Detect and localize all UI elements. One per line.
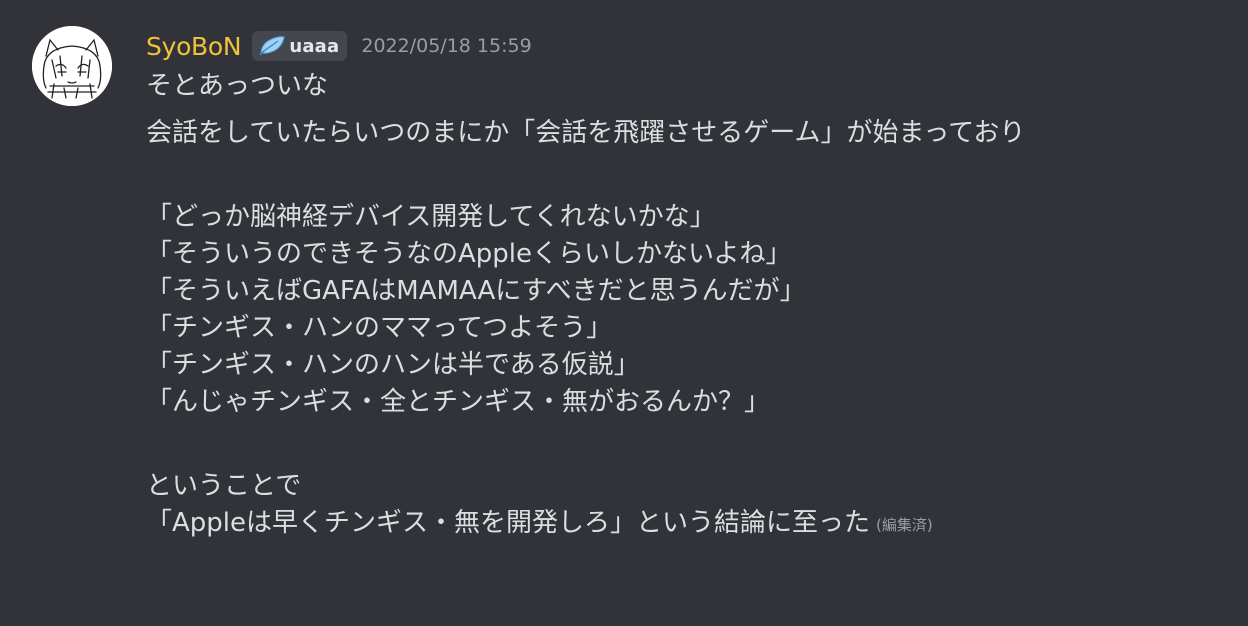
avatar-sketch-icon: [32, 26, 112, 106]
message-line: 「Appleは早くチンギス・無を開発しろ」という結論に至った: [146, 508, 871, 538]
user-avatar[interactable]: [32, 26, 112, 106]
tag-label: uaaa: [289, 35, 340, 57]
username[interactable]: SyoBoN: [146, 32, 242, 61]
message-line: 「そういえばGAFAはMAMAAにすべきだと思うんだが」: [146, 276, 806, 306]
message-line: 会話をしていたらいつのまにか「会話を飛躍させるゲーム」が始まっており: [146, 118, 1026, 148]
message-line: 「んじゃチンギス・全とチンギス・無がおるんか？」: [146, 387, 771, 417]
message-line: 「チンギス・ハンのママってつよそう」: [146, 313, 613, 343]
message-line: 「どっか脳神経デバイス開発してくれないかな」: [146, 202, 716, 232]
message-line: 「そういうのできそうなのAppleくらいしかないよね」: [146, 239, 792, 269]
line-spacer: [146, 458, 1236, 468]
message-last-line: 「Appleは早くチンギス・無を開発しろ」という結論に至った (編集済): [146, 505, 1236, 542]
message-line: そとあっついな: [146, 71, 329, 101]
message-header: SyoBoN uaaa 2022/05/18 15:59: [146, 28, 532, 64]
chat-message: SyoBoN uaaa 2022/05/18 15:59 そとあっついな 会話を…: [0, 0, 1248, 626]
message-content: そとあっついな 会話をしていたらいつのまにか「会話を飛躍させるゲーム」が始まって…: [146, 68, 1236, 542]
line-spacer: [146, 105, 1236, 115]
edited-label: (編集済): [876, 516, 933, 534]
server-tag[interactable]: uaaa: [252, 31, 348, 61]
line-spacer: [146, 189, 1236, 199]
message-line: 「チンギス・ハンのハンは半である仮説」: [146, 350, 640, 380]
message-line: ということで: [146, 471, 302, 501]
feather-icon: [259, 36, 285, 56]
message-timestamp[interactable]: 2022/05/18 15:59: [361, 35, 531, 57]
